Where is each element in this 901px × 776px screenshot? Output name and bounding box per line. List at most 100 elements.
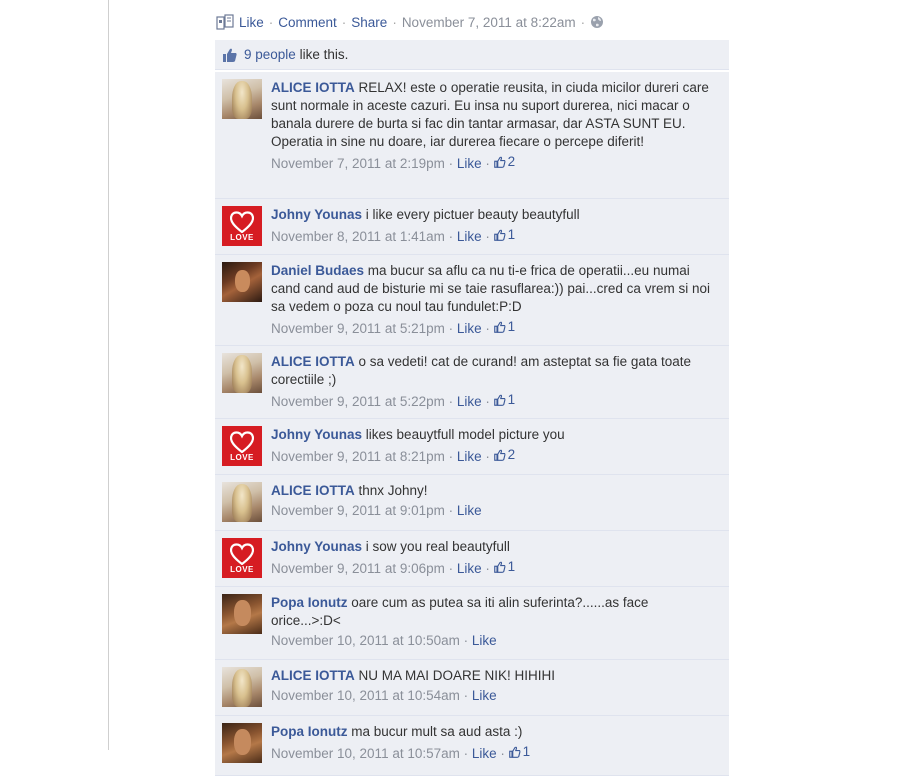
comment-body: ALICE IOTTA RELAX! este o operatie reusi… xyxy=(271,79,721,173)
comment-item: ALICE IOTTA o sa vedeti! cat de curand! … xyxy=(215,346,729,419)
privacy-globe-icon[interactable] xyxy=(590,15,604,29)
comment-body: Johny Younas likes beauytfull model pict… xyxy=(271,426,721,466)
comment-item: Daniel Budaes ma bucur sa aflu ca nu ti-… xyxy=(215,255,729,346)
comment-timestamp[interactable]: November 9, 2011 at 5:22pm xyxy=(271,394,445,409)
comment-text: likes beauytfull model picture you xyxy=(365,427,565,442)
comment-meta: November 7, 2011 at 2:19pm · Like · 2 xyxy=(271,153,516,171)
comment-like-count[interactable]: 2 xyxy=(493,446,515,464)
comment-body: ALICE IOTTA thnx Johny! November 9, 2011… xyxy=(271,482,721,520)
comment-timestamp[interactable]: November 10, 2011 at 10:54am xyxy=(271,688,460,703)
comment-body: Daniel Budaes ma bucur sa aflu ca nu ti-… xyxy=(271,262,721,338)
comment-meta: November 9, 2011 at 9:06pm · Like · 1 xyxy=(271,558,516,576)
comment-timestamp[interactable]: November 9, 2011 at 8:21pm xyxy=(271,449,445,464)
love-heart-icon xyxy=(230,430,254,453)
comment-author[interactable]: ALICE IOTTA xyxy=(271,483,355,498)
comment-body: ALICE IOTTA o sa vedeti! cat de curand! … xyxy=(271,353,721,411)
comment-like-count[interactable]: 1 xyxy=(493,318,515,336)
comment-like-count[interactable]: 1 xyxy=(493,558,515,576)
comment-meta: November 10, 2011 at 10:50am · Like xyxy=(271,633,497,648)
avatar[interactable]: LOVE xyxy=(222,426,262,466)
likes-suffix: like this. xyxy=(299,47,349,62)
comment-body: Popa Ionutz ma bucur mult sa aud asta :)… xyxy=(271,723,721,763)
avatar[interactable] xyxy=(222,353,262,393)
comment-author[interactable]: Popa Ionutz xyxy=(271,595,348,610)
comment-item: Popa Ionutz oare cum as putea sa iti ali… xyxy=(215,587,729,660)
comment-like-link[interactable]: Like xyxy=(457,394,482,409)
likes-summary: 9 people like this. xyxy=(215,40,729,70)
comment-meta: November 10, 2011 at 10:54am · Like xyxy=(271,688,497,703)
avatar[interactable] xyxy=(222,723,262,763)
comment-timestamp[interactable]: November 10, 2011 at 10:57am xyxy=(271,746,460,761)
comment-like-count[interactable]: 1 xyxy=(493,391,515,409)
comment-text: NU MA MAI DOARE NIK! HIHIHI xyxy=(358,668,556,683)
comment-author[interactable]: Johny Younas xyxy=(271,427,362,442)
comment-author[interactable]: Daniel Budaes xyxy=(271,263,364,278)
comment-like-link[interactable]: Like xyxy=(457,449,482,464)
comment-meta: November 10, 2011 at 10:57am · Like · 1 xyxy=(271,743,531,761)
thumbs-up-icon xyxy=(493,449,506,461)
thumbs-up-icon xyxy=(493,321,506,333)
thumbs-up-icon xyxy=(508,746,521,758)
comment-body: ALICE IOTTA NU MA MAI DOARE NIK! HIHIHI … xyxy=(271,667,721,705)
comment-meta: November 9, 2011 at 5:22pm · Like · 1 xyxy=(271,391,516,409)
love-heart-icon xyxy=(230,542,254,565)
comment-author[interactable]: ALICE IOTTA xyxy=(271,80,355,95)
share-link[interactable]: Share xyxy=(351,15,387,30)
avatar[interactable]: LOVE xyxy=(222,538,262,578)
thumbs-up-icon xyxy=(493,156,506,168)
comment-like-link[interactable]: Like xyxy=(457,321,482,336)
comment-like-count[interactable]: 1 xyxy=(508,743,530,761)
comment-meta: November 8, 2011 at 1:41am · Like · 1 xyxy=(271,226,516,244)
thumbs-up-icon xyxy=(493,394,506,406)
avatar[interactable]: LOVE xyxy=(222,206,262,246)
comment-timestamp[interactable]: November 9, 2011 at 5:21pm xyxy=(271,321,445,336)
avatar[interactable] xyxy=(222,79,262,119)
love-label: LOVE xyxy=(230,232,254,242)
separator-dot: · xyxy=(268,14,274,30)
comment-body: Popa Ionutz oare cum as putea sa iti ali… xyxy=(271,594,721,650)
separator-dot: · xyxy=(341,14,347,30)
comment-link[interactable]: Comment xyxy=(278,15,337,30)
comment-author[interactable]: Popa Ionutz xyxy=(271,724,348,739)
comment-timestamp[interactable]: November 7, 2011 at 2:19pm xyxy=(271,156,445,171)
comment-author[interactable]: ALICE IOTTA xyxy=(271,668,355,683)
comment-author[interactable]: Johny Younas xyxy=(271,539,362,554)
like-link[interactable]: Like xyxy=(239,15,264,30)
comment-meta: November 9, 2011 at 5:21pm · Like · 1 xyxy=(271,318,516,336)
post-action-bar: Like · Comment · Share · November 7, 201… xyxy=(215,12,604,32)
comment-list: ALICE IOTTA RELAX! este o operatie reusi… xyxy=(215,72,729,776)
comment-like-link[interactable]: Like xyxy=(457,503,482,518)
love-label: LOVE xyxy=(230,564,254,574)
page-left-border xyxy=(108,0,109,750)
comment-timestamp[interactable]: November 9, 2011 at 9:01pm xyxy=(271,503,445,518)
comment-like-count[interactable]: 2 xyxy=(493,153,515,171)
comment-like-count[interactable]: 1 xyxy=(493,226,515,244)
avatar[interactable] xyxy=(222,594,262,634)
comment-like-link[interactable]: Like xyxy=(457,229,482,244)
post-timestamp[interactable]: November 7, 2011 at 8:22am xyxy=(402,15,576,30)
comment-item: ALICE IOTTA thnx Johny! November 9, 2011… xyxy=(215,475,729,531)
comment-meta: November 9, 2011 at 9:01pm · Like xyxy=(271,503,482,518)
separator-dot: · xyxy=(392,14,397,30)
love-label: LOVE xyxy=(230,452,254,462)
comment-like-link[interactable]: Like xyxy=(472,688,497,703)
comment-like-link[interactable]: Like xyxy=(457,561,482,576)
thumbs-up-icon xyxy=(493,561,506,573)
comment-text: ma bucur mult sa aud asta :) xyxy=(351,724,523,739)
avatar[interactable] xyxy=(222,667,262,707)
comment-item: LOVE Johny Younas i sow you real beautyf… xyxy=(215,531,729,587)
avatar[interactable] xyxy=(222,262,262,302)
avatar[interactable] xyxy=(222,482,262,522)
likers-link[interactable]: 9 people xyxy=(244,47,296,62)
comment-text: i like every pictuer beauty beautyfull xyxy=(365,207,580,222)
comment-timestamp[interactable]: November 9, 2011 at 9:06pm xyxy=(271,561,445,576)
comment-body: Johny Younas i sow you real beautyfull N… xyxy=(271,538,721,578)
comment-timestamp[interactable]: November 10, 2011 at 10:50am xyxy=(271,633,460,648)
comment-timestamp[interactable]: November 8, 2011 at 1:41am xyxy=(271,229,445,244)
comment-author[interactable]: Johny Younas xyxy=(271,207,362,222)
comment-like-link[interactable]: Like xyxy=(457,156,482,171)
thumbs-up-icon xyxy=(222,47,238,63)
comment-like-link[interactable]: Like xyxy=(472,746,497,761)
comment-author[interactable]: ALICE IOTTA xyxy=(271,354,355,369)
comment-like-link[interactable]: Like xyxy=(472,633,497,648)
